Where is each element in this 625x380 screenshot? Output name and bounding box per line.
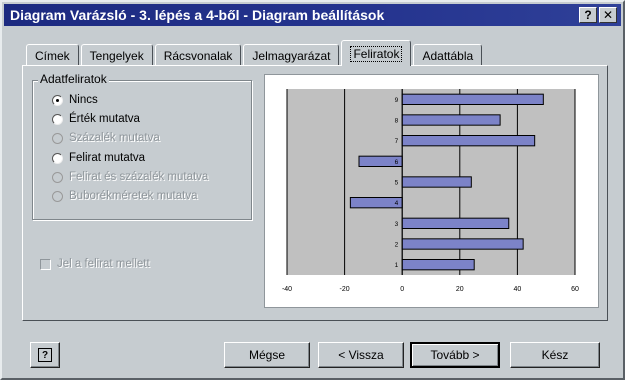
tab-gridlines[interactable]: Rácsvonalak (154, 44, 242, 66)
legend-key-checkbox-row: Jel a felirat mellett (40, 258, 150, 270)
bar (401, 259, 475, 271)
y-category-label: 8 (395, 118, 399, 125)
bar (401, 135, 536, 147)
next-button[interactable]: Tovább > (410, 342, 500, 368)
title-bar: Diagram Varázsló - 3. lépés a 4-ből - Di… (4, 4, 621, 26)
x-tick-label: 60 (571, 286, 579, 293)
next-label: Tovább > (430, 348, 480, 362)
radio-button[interactable] (52, 152, 63, 164)
y-category-label: 7 (395, 138, 399, 145)
radio-label: Érték mutatva (69, 113, 140, 125)
bar (401, 93, 544, 105)
y-category-label: 2 (395, 242, 399, 249)
help-button[interactable]: ? (30, 342, 60, 368)
chart-wizard-dialog: Diagram Varázsló - 3. lépés a 4-ből - Di… (0, 0, 625, 380)
tab-data-labels[interactable]: Feliratok (341, 40, 412, 66)
finish-label: Kész (541, 348, 569, 362)
tab-titles[interactable]: Címek (26, 44, 79, 66)
help-icon[interactable]: ? (579, 7, 597, 23)
radio-button[interactable] (52, 113, 63, 125)
bar-chart: -40 -20 0 20 40 60 1 2 3 4 5 6 7 8 9 (282, 89, 579, 293)
tab-data-table[interactable]: Adattábla (413, 44, 483, 66)
y-category-label: 9 (395, 97, 399, 104)
x-tick-label: -40 (282, 286, 292, 293)
tab-strip: Címek Tengelyek Rácsvonalak Jelmagyaráza… (26, 40, 484, 66)
radio-show-label-and-percent: Felirat és százalék mutatva (52, 169, 208, 185)
dialog-title: Diagram Varázsló - 3. lépés a 4-ből - Di… (10, 7, 385, 23)
finish-button[interactable]: Kész (510, 342, 600, 368)
radio-show-label[interactable]: Felirat mutatva (52, 150, 145, 166)
legend-key-label: Jel a felirat mellett (57, 258, 150, 270)
radio-show-percent: Százalék mutatva (52, 130, 160, 146)
bar (401, 238, 524, 250)
radio-none[interactable]: Nincs (52, 92, 98, 108)
radio-button (52, 190, 63, 202)
bar (401, 114, 501, 126)
help-icon: ? (38, 348, 52, 362)
tab-axes[interactable]: Tengelyek (80, 44, 153, 66)
radio-show-bubble-sizes: Buborékméretek mutatva (52, 188, 197, 204)
close-icon[interactable]: ✕ (599, 7, 617, 23)
radio-label: Buborékméretek mutatva (69, 190, 198, 202)
y-category-label: 3 (395, 221, 399, 228)
back-button[interactable]: < Vissza (318, 342, 404, 368)
tab-legend[interactable]: Jelmagyarázat (243, 44, 340, 66)
y-category-label: 4 (395, 200, 399, 207)
y-category-label: 1 (395, 262, 399, 269)
cancel-button[interactable]: Mégse (224, 342, 310, 368)
radio-button (52, 171, 63, 183)
legend-key-checkbox (40, 258, 51, 270)
back-label: < Vissza (338, 348, 384, 362)
x-tick-label: 20 (456, 286, 464, 293)
y-category-label: 6 (395, 159, 399, 166)
y-category-label: 5 (395, 180, 399, 187)
radio-button[interactable] (52, 94, 63, 106)
bar (401, 176, 472, 188)
radio-label: Felirat mutatva (69, 152, 146, 164)
bar (401, 217, 510, 230)
radio-button (52, 132, 63, 144)
radio-label: Felirat és százalék mutatva (69, 171, 209, 183)
cancel-label: Mégse (248, 348, 286, 362)
data-labels-group-title: Adatfeliratok (38, 72, 109, 86)
x-tick-label: -20 (340, 286, 350, 293)
radio-label: Nincs (69, 94, 98, 106)
x-tick-label: 0 (400, 286, 404, 293)
x-tick-label: 40 (514, 286, 522, 293)
chart-preview: -40 -20 0 20 40 60 1 2 3 4 5 6 7 8 9 (264, 74, 599, 308)
radio-show-value[interactable]: Érték mutatva (52, 111, 140, 127)
radio-label: Százalék mutatva (69, 132, 160, 144)
